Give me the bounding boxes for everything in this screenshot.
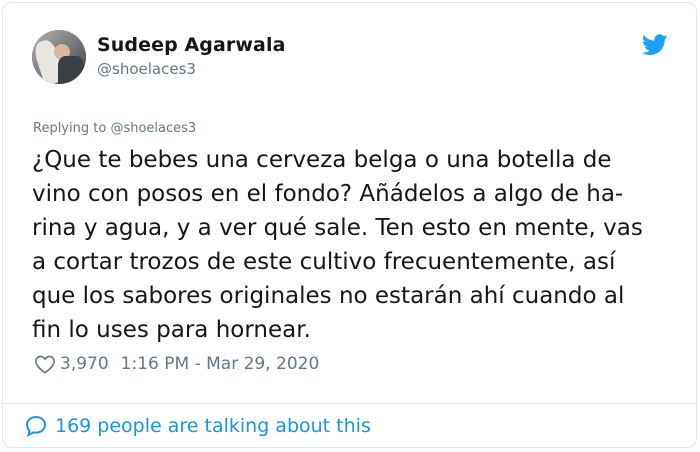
replying-to-handle[interactable]: @shoelaces3: [110, 121, 196, 136]
author-handle[interactable]: @shoelaces3: [97, 60, 196, 78]
replying-to-label: Replying to: [33, 121, 107, 136]
tweet-text: ¿Que te bebes una cerveza belga o una bo…: [32, 147, 643, 343]
heart-icon[interactable]: [34, 354, 56, 374]
replying-to: Replying to @shoelaces3: [33, 121, 196, 136]
timestamp[interactable]: 1:16 PM - Mar 29, 2020: [121, 354, 320, 374]
talking-about-link[interactable]: 169 people are talking about this: [24, 414, 371, 438]
like-count[interactable]: 3,970: [60, 354, 109, 374]
divider: [2, 403, 697, 404]
twitter-bird-icon[interactable]: [642, 34, 668, 56]
author-name[interactable]: Sudeep Agarwala: [97, 34, 286, 56]
talking-about-text[interactable]: 169 people are talking about this: [55, 415, 371, 437]
speech-bubble-icon: [25, 415, 47, 437]
avatar[interactable]: [32, 30, 86, 84]
tweet-meta: 3,970 1:16 PM - Mar 29, 2020: [34, 352, 319, 376]
